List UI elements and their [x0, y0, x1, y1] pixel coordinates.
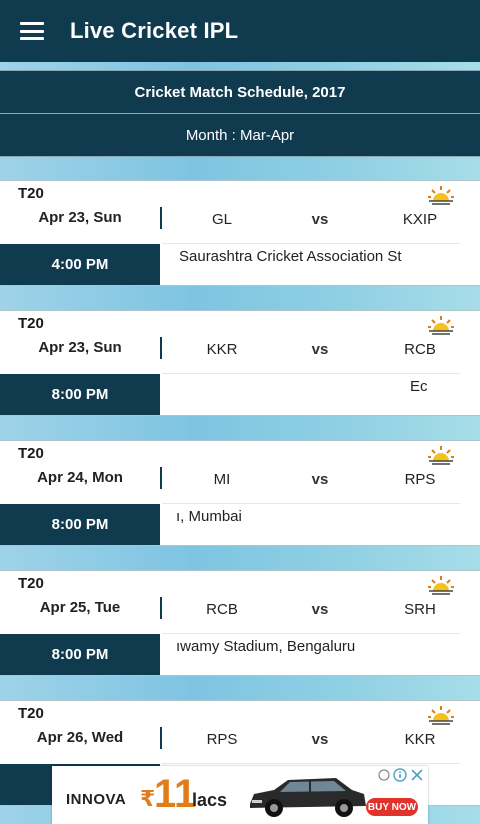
match-format: T20	[18, 185, 44, 202]
match-date: Apr 23, Sun	[38, 209, 122, 226]
month-label[interactable]: Month : Mar-Apr	[0, 113, 480, 157]
schedule-title: Cricket Match Schedule, 2017	[0, 70, 480, 114]
match-date: Apr 23, Sun	[38, 339, 122, 356]
team-away: RCB	[404, 341, 436, 358]
match-format: T20	[18, 445, 44, 462]
match-date: Apr 24, Mon	[37, 469, 123, 486]
sunrise-icon	[428, 706, 454, 725]
match-card[interactable]: T20 Apr 24, Mon MI vs RPS 8:00 PM ı, Mum…	[0, 440, 480, 546]
team-home: KKR	[206, 341, 238, 358]
venue-text: Saurashtra Cricket Association St	[179, 248, 402, 265]
match-date: Apr 26, Wed	[36, 729, 124, 746]
sunrise-icon	[428, 446, 454, 465]
vs-label: vs	[311, 471, 329, 488]
separator	[160, 337, 162, 359]
team-away: KKR	[404, 731, 436, 748]
banner-ad[interactable]: INNOVA ₹ 11 lacs BUY NOW	[52, 766, 428, 824]
team-away: KXIP	[402, 211, 438, 228]
match-time: 8:00 PM	[0, 504, 160, 545]
app-title: Live Cricket IPL	[70, 18, 239, 43]
match-format: T20	[18, 575, 44, 592]
team-home: GL	[211, 211, 232, 228]
team-home: RPS	[206, 731, 238, 748]
app-bar: Live Cricket IPL	[0, 0, 480, 62]
venue-marquee: ı, Mumbai	[162, 504, 460, 545]
separator	[160, 597, 162, 619]
separator	[160, 467, 162, 489]
car-image-icon	[250, 778, 366, 817]
ad-choices-icon[interactable]	[378, 768, 426, 782]
venue-text: ı, Mumbai	[176, 508, 242, 525]
match-format: T20	[18, 315, 44, 332]
separator	[160, 727, 162, 749]
sunrise-icon	[428, 186, 454, 205]
team-home: RCB	[206, 601, 238, 618]
match-card[interactable]: T20 Apr 23, Sun KKR vs RCB 8:00 PM Ec	[0, 310, 480, 416]
vs-label: vs	[311, 731, 329, 748]
match-time: 8:00 PM	[0, 634, 160, 675]
match-time: 4:00 PM	[0, 244, 160, 285]
venue-text: Ec	[410, 378, 428, 395]
ad-brand: INNOVA	[66, 791, 127, 808]
venue-marquee: Ec	[162, 374, 460, 415]
venue-marquee: Saurashtra Cricket Association St	[162, 244, 460, 285]
hamburger-menu-icon[interactable]	[20, 22, 44, 40]
team-home: MI	[213, 471, 231, 488]
sunrise-icon	[428, 316, 454, 335]
team-away: SRH	[404, 601, 436, 618]
sunrise-icon	[428, 576, 454, 595]
match-format: T20	[18, 705, 44, 722]
team-away: RPS	[404, 471, 436, 488]
match-card[interactable]: T20 Apr 25, Tue RCB vs SRH 8:00 PM ıwamy…	[0, 570, 480, 676]
vs-label: vs	[311, 341, 329, 358]
ad-unit: lacs	[192, 790, 228, 810]
ad-price: 11	[154, 772, 197, 816]
vs-label: vs	[311, 601, 329, 618]
match-date: Apr 25, Tue	[39, 599, 121, 616]
venue-text: ıwamy Stadium, Bengaluru	[176, 638, 356, 655]
buy-now-button[interactable]: BUY NOW	[366, 798, 418, 816]
separator	[160, 207, 162, 229]
venue-marquee: ıwamy Stadium, Bengaluru	[162, 634, 460, 675]
vs-label: vs	[311, 211, 329, 228]
match-time: 8:00 PM	[0, 374, 160, 415]
match-card[interactable]: T20 Apr 23, Sun GL vs KXIP 4:00 PM Saura…	[0, 180, 480, 286]
